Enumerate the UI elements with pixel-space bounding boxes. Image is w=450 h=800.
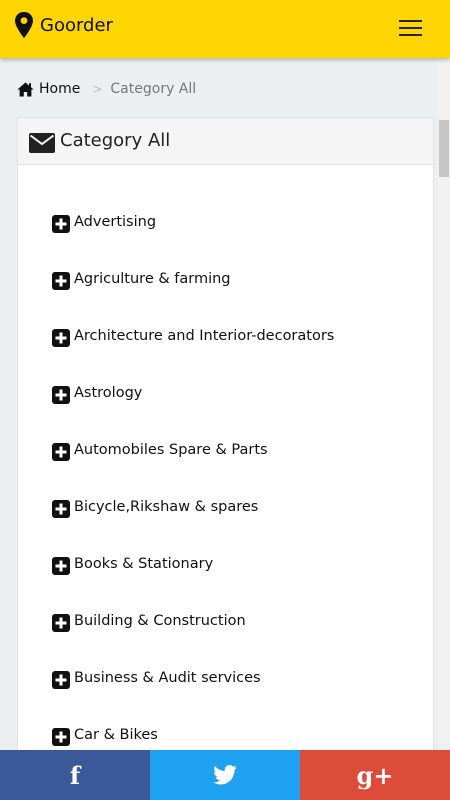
breadcrumb-current: Category All — [110, 81, 197, 97]
plus-square-icon — [52, 671, 70, 689]
plus-square-icon — [52, 443, 70, 461]
google-plus-share-button[interactable]: g+ — [300, 750, 450, 800]
category-label: Car & Bikes — [74, 727, 158, 743]
category-label: Agriculture & farming — [74, 271, 231, 287]
app-brand: Goorder — [40, 15, 113, 36]
breadcrumb-home-link[interactable]: Home — [39, 81, 80, 97]
plus-square-icon — [52, 215, 70, 233]
breadcrumb: Home > Category All — [17, 79, 196, 99]
envelope-icon — [29, 133, 55, 153]
category-panel: Category All Advertising Agriculture & f… — [17, 117, 434, 759]
home-icon — [17, 82, 34, 96]
category-label: Advertising — [74, 214, 157, 230]
social-share-bar: f g+ — [0, 750, 450, 800]
category-label: Architecture and Interior-decorators — [74, 328, 335, 344]
category-label: Books & Stationary — [74, 556, 214, 572]
category-label: Business & Audit services — [74, 670, 261, 686]
hamburger-menu-icon[interactable] — [397, 16, 425, 40]
scrollbar-thumb[interactable] — [439, 120, 449, 177]
breadcrumb-separator: > — [92, 82, 103, 96]
category-label: Building & Construction — [74, 613, 246, 629]
panel-title: Category All — [60, 130, 171, 151]
facebook-share-button[interactable]: f — [0, 750, 150, 800]
google-plus-icon: g+ — [356, 760, 394, 790]
map-marker-icon — [15, 12, 33, 38]
category-label: Bicycle,Rikshaw & spares — [74, 499, 259, 515]
plus-square-icon — [52, 386, 70, 404]
category-label: Automobiles Spare & Parts — [74, 442, 268, 458]
twitter-bird-icon — [213, 765, 237, 785]
plus-square-icon — [52, 329, 70, 347]
facebook-icon: f — [69, 760, 81, 790]
category-list: Advertising Agriculture & farming Archit… — [18, 214, 433, 796]
plus-square-icon — [52, 614, 70, 632]
panel-header: Category All — [18, 118, 433, 165]
plus-square-icon — [52, 500, 70, 518]
plus-square-icon — [52, 272, 70, 290]
scrollbar[interactable] — [438, 58, 450, 750]
category-label: Astrology — [74, 385, 143, 401]
twitter-share-button[interactable] — [150, 750, 300, 800]
app-header: Goorder — [0, 0, 450, 58]
plus-square-icon — [52, 557, 70, 575]
plus-square-icon — [52, 728, 70, 746]
